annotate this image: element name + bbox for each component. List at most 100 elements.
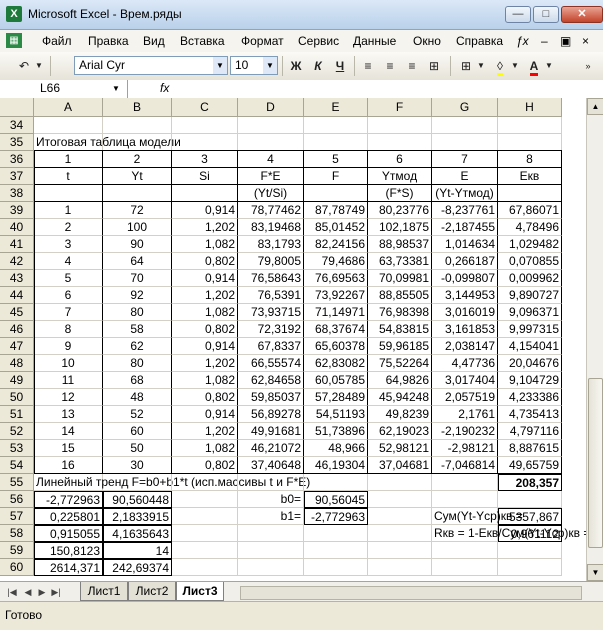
cell-D53[interactable]: 46,21072 bbox=[238, 440, 304, 457]
column-header-E[interactable]: E bbox=[304, 98, 368, 117]
last-sheet-icon[interactable]: ▶| bbox=[50, 585, 62, 599]
cell-E36[interactable]: 5 bbox=[304, 151, 368, 168]
cell-G58[interactable]: Rкв = 1-Екв/Сум(Yt-Yср)кв = bbox=[432, 525, 590, 542]
cell-C34[interactable] bbox=[172, 117, 238, 134]
row-header[interactable]: 40 bbox=[0, 219, 34, 236]
menu-item-1[interactable]: Правка bbox=[88, 34, 129, 48]
close-button[interactable]: ✕ bbox=[561, 6, 603, 23]
cell-B36[interactable]: 2 bbox=[103, 151, 172, 168]
row-header[interactable]: 45 bbox=[0, 304, 34, 321]
cell-H39[interactable]: 67,86071 bbox=[498, 202, 562, 219]
merge-center-icon[interactable]: ⊞ bbox=[424, 57, 444, 75]
cell-D57[interactable]: b1= bbox=[238, 508, 304, 525]
chevron-down-icon[interactable]: ▼ bbox=[112, 80, 120, 97]
cell-B38[interactable] bbox=[103, 185, 172, 202]
cell-H42[interactable]: 0,070855 bbox=[498, 253, 562, 270]
scrollbar-thumb[interactable] bbox=[588, 378, 603, 548]
cell-B50[interactable]: 48 bbox=[103, 389, 172, 406]
cell-A48[interactable]: 10 bbox=[34, 355, 103, 372]
cell-H52[interactable]: 4,797116 bbox=[498, 423, 562, 440]
cell-G40[interactable]: -2,187455 bbox=[432, 219, 498, 236]
cell-E49[interactable]: 60,05785 bbox=[304, 372, 368, 389]
cell-D60[interactable] bbox=[238, 559, 304, 576]
cell-B56[interactable]: 90,560448 bbox=[103, 491, 172, 508]
row-header[interactable]: 50 bbox=[0, 389, 34, 406]
cell-G52[interactable]: -2,190232 bbox=[432, 423, 498, 440]
cell-B52[interactable]: 60 bbox=[103, 423, 172, 440]
borders-icon[interactable]: ⊞ bbox=[456, 57, 476, 75]
cell-A47[interactable]: 9 bbox=[34, 338, 103, 355]
font-color-icon[interactable]: A bbox=[524, 57, 544, 76]
cell-H58[interactable]: 0,961112 bbox=[498, 525, 562, 542]
cell-F43[interactable]: 70,09981 bbox=[368, 270, 432, 287]
cell-D47[interactable]: 67,8337 bbox=[238, 338, 304, 355]
cell-B34[interactable] bbox=[103, 117, 172, 134]
cell-H44[interactable]: 9,890727 bbox=[498, 287, 562, 304]
cell-C37[interactable]: Si bbox=[172, 168, 238, 185]
cell-D54[interactable]: 37,40648 bbox=[238, 457, 304, 474]
cell-F48[interactable]: 75,52264 bbox=[368, 355, 432, 372]
bold-button[interactable]: Ж bbox=[286, 57, 306, 75]
cell-E58[interactable] bbox=[304, 525, 368, 542]
cell-B49[interactable]: 68 bbox=[103, 372, 172, 389]
cell-H51[interactable]: 4,735413 bbox=[498, 406, 562, 423]
cell-G38[interactable]: (Yt-Yтмод) bbox=[432, 185, 498, 202]
cell-E54[interactable]: 46,19304 bbox=[304, 457, 368, 474]
cell-A45[interactable]: 7 bbox=[34, 304, 103, 321]
cell-F54[interactable]: 37,04681 bbox=[368, 457, 432, 474]
cell-F59[interactable] bbox=[368, 542, 432, 559]
cell-B45[interactable]: 80 bbox=[103, 304, 172, 321]
cell-F41[interactable]: 88,98537 bbox=[368, 236, 432, 253]
cell-B43[interactable]: 70 bbox=[103, 270, 172, 287]
maximize-button[interactable]: □ bbox=[533, 6, 559, 23]
cell-G49[interactable]: 3,017404 bbox=[432, 372, 498, 389]
cell-A46[interactable]: 8 bbox=[34, 321, 103, 338]
cell-E56[interactable]: 90,56045 bbox=[304, 491, 368, 508]
insert-function-icon[interactable]: fx bbox=[160, 81, 169, 95]
prev-sheet-icon[interactable]: ◀ bbox=[22, 585, 34, 599]
cell-F55[interactable] bbox=[368, 474, 432, 491]
chevron-down-icon[interactable]: ▼ bbox=[213, 57, 227, 74]
cell-G44[interactable]: 3,144953 bbox=[432, 287, 498, 304]
cell-H37[interactable]: Екв bbox=[498, 168, 562, 185]
cell-A44[interactable]: 6 bbox=[34, 287, 103, 304]
cell-D55[interactable] bbox=[238, 474, 304, 491]
workbook-icon[interactable]: ▦ bbox=[6, 33, 22, 48]
cell-B48[interactable]: 80 bbox=[103, 355, 172, 372]
row-header[interactable]: 58 bbox=[0, 525, 34, 542]
font-name-combo[interactable]: Arial Cyr ▼ bbox=[74, 56, 228, 75]
cell-E39[interactable]: 87,78749 bbox=[304, 202, 368, 219]
cell-G45[interactable]: 3,016019 bbox=[432, 304, 498, 321]
tab-sheet-3[interactable]: Лист3 bbox=[176, 582, 224, 601]
cell-E37[interactable]: F bbox=[304, 168, 368, 185]
cell-H56[interactable] bbox=[498, 491, 562, 508]
horizontal-scrollbar[interactable] bbox=[240, 586, 582, 600]
column-header-D[interactable]: D bbox=[238, 98, 304, 117]
cell-G56[interactable] bbox=[432, 491, 498, 508]
row-header[interactable]: 44 bbox=[0, 287, 34, 304]
font-size-combo[interactable]: 10 ▼ bbox=[230, 56, 278, 75]
cell-D50[interactable]: 59,85037 bbox=[238, 389, 304, 406]
menu-item-7[interactable]: Окно bbox=[413, 34, 441, 48]
cell-G36[interactable]: 7 bbox=[432, 151, 498, 168]
fill-color-icon[interactable]: ◊ bbox=[490, 57, 510, 76]
select-all-corner[interactable] bbox=[0, 98, 34, 117]
cell-D51[interactable]: 56,89278 bbox=[238, 406, 304, 423]
cell-G55[interactable] bbox=[432, 474, 498, 491]
undo-icon[interactable]: ↶ bbox=[14, 57, 34, 75]
row-header[interactable]: 48 bbox=[0, 355, 34, 372]
cell-G37[interactable]: E bbox=[432, 168, 498, 185]
cell-E59[interactable] bbox=[304, 542, 368, 559]
menu-item-2[interactable]: Вид bbox=[143, 34, 165, 48]
function-help-icon[interactable]: ƒx bbox=[516, 34, 529, 48]
cell-C47[interactable]: 0,914 bbox=[172, 338, 238, 355]
cell-E40[interactable]: 85,01452 bbox=[304, 219, 368, 236]
cell-A36[interactable]: 1 bbox=[34, 151, 103, 168]
row-header[interactable]: 49 bbox=[0, 372, 34, 389]
row-header[interactable]: 52 bbox=[0, 423, 34, 440]
cell-C54[interactable]: 0,802 bbox=[172, 457, 238, 474]
cell-G60[interactable] bbox=[432, 559, 498, 576]
cell-B46[interactable]: 58 bbox=[103, 321, 172, 338]
cell-G53[interactable]: -2,98121 bbox=[432, 440, 498, 457]
cell-E41[interactable]: 82,24156 bbox=[304, 236, 368, 253]
